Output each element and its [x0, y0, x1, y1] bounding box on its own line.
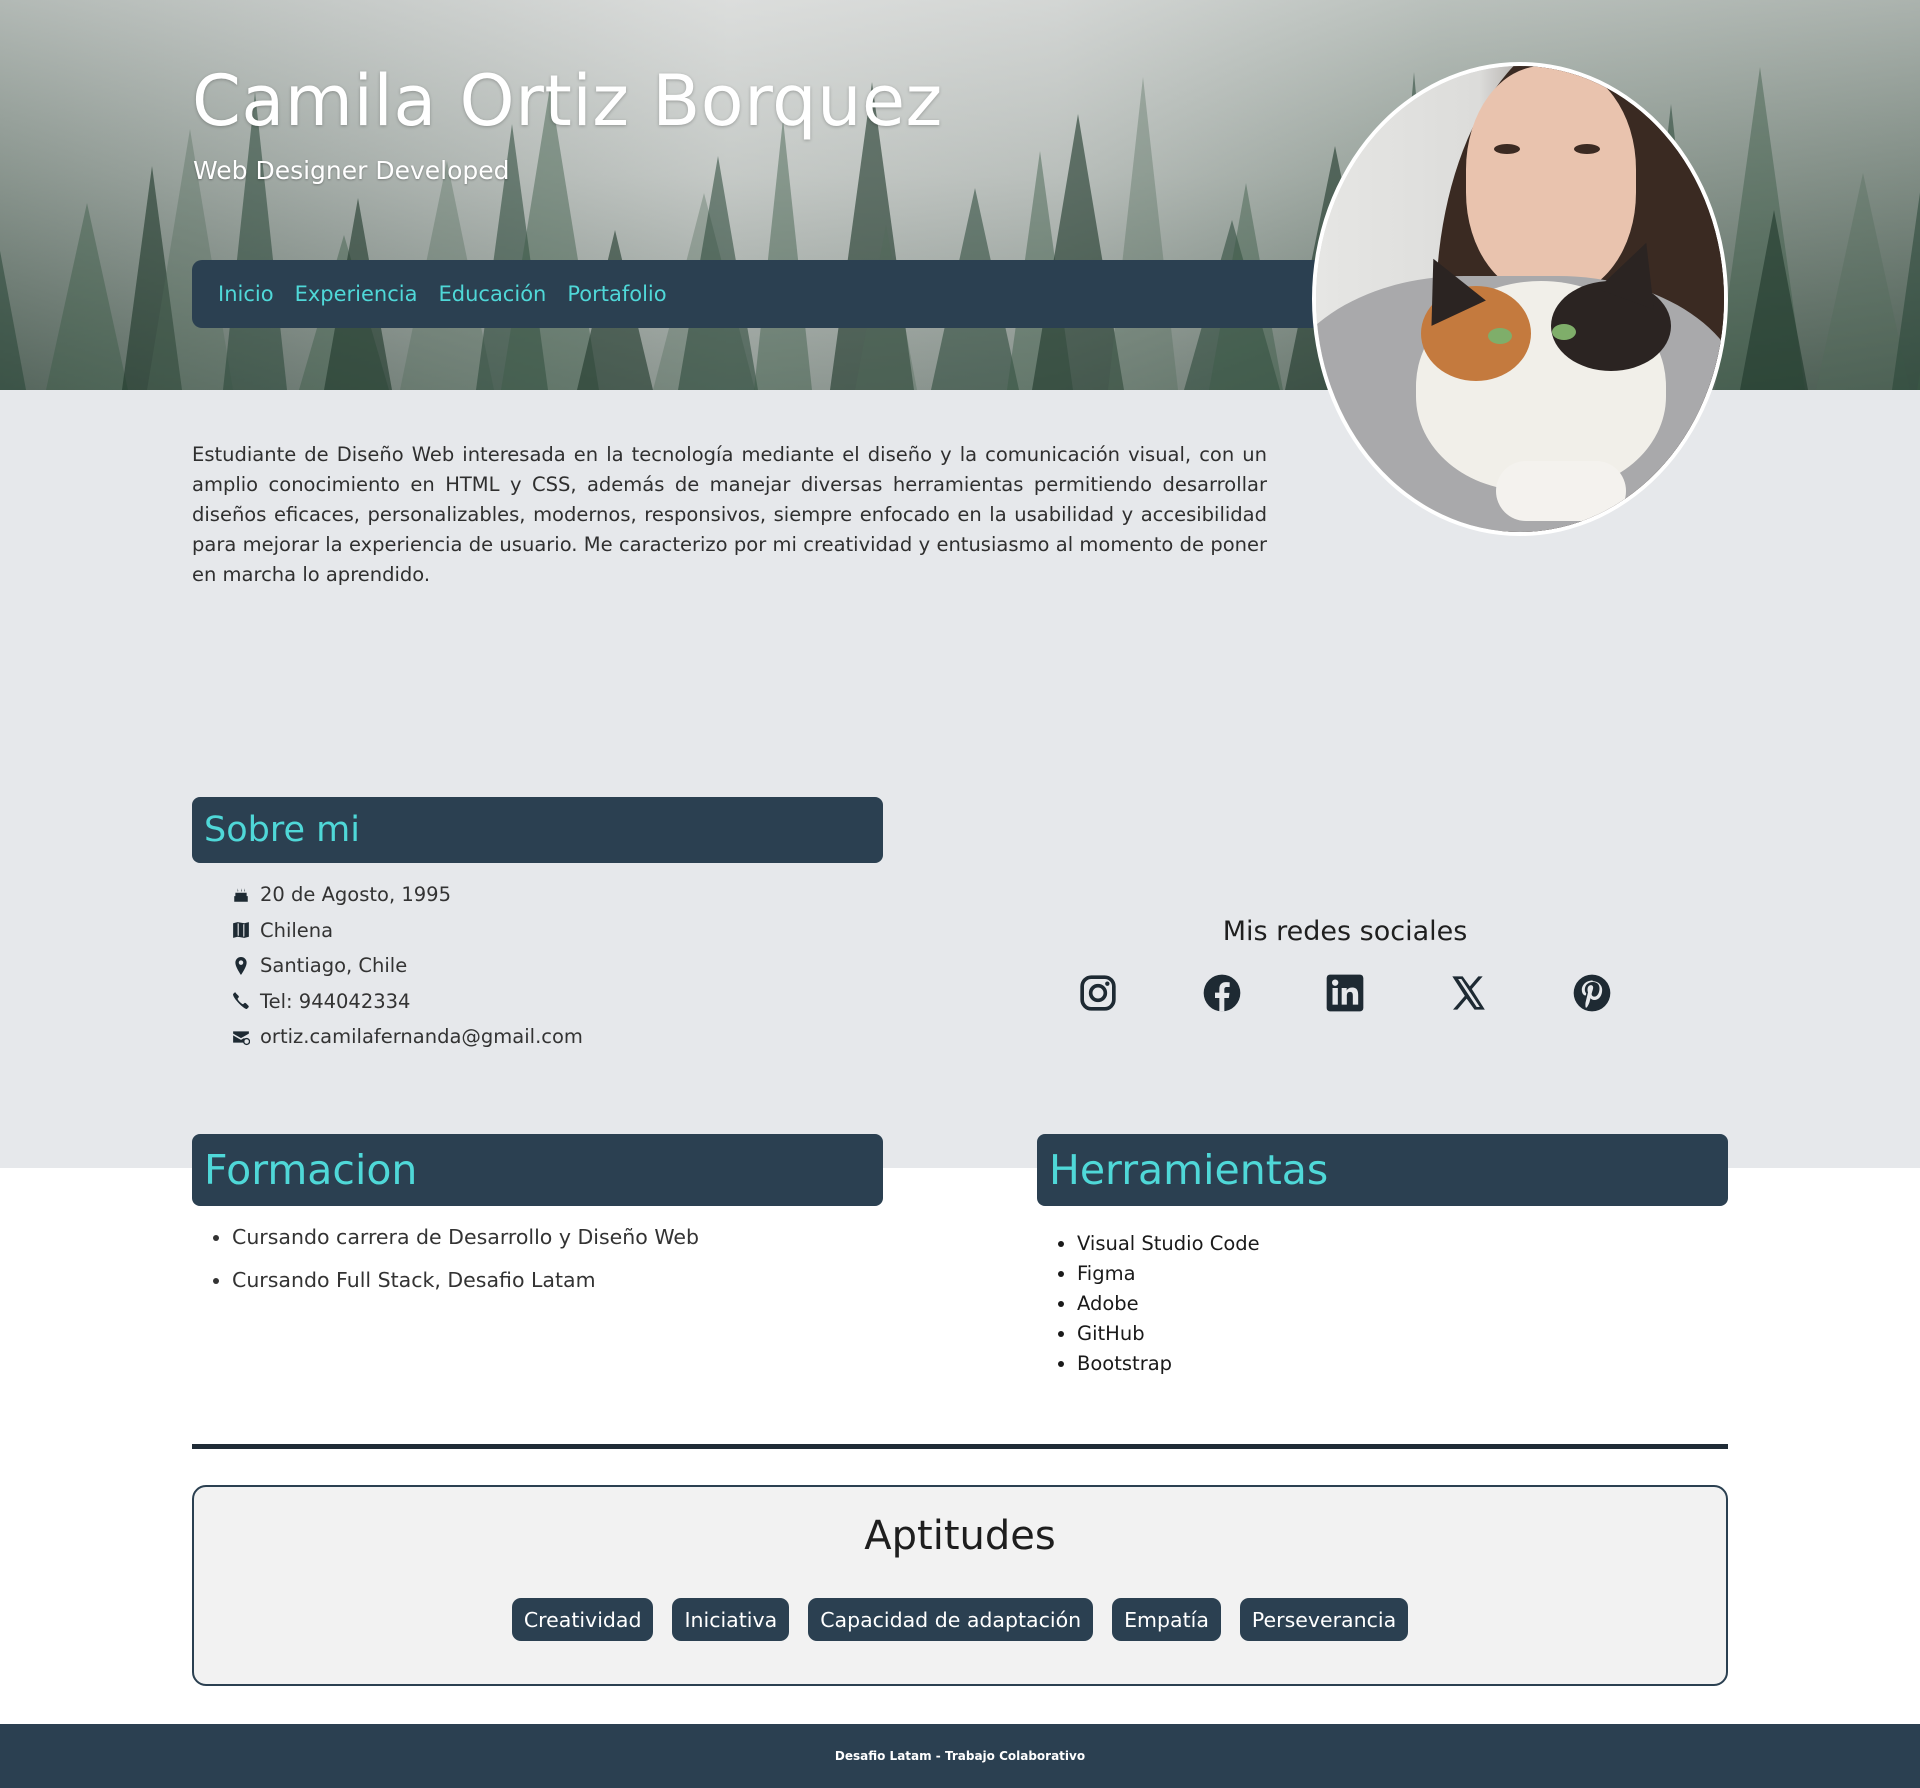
- intro-paragraph: Estudiante de Diseño Web interesada en l…: [192, 443, 1267, 586]
- pine-tree-shape: [46, 203, 128, 390]
- list-item: Cursando carrera de Desarrollo y Diseño …: [232, 1225, 699, 1268]
- about-item-email: ortiz.camilafernanda@gmail.com: [231, 1019, 583, 1055]
- about-item-phone: Tel: 944042334: [231, 984, 583, 1020]
- list-item: Adobe: [1077, 1292, 1260, 1322]
- pine-tree-shape: [1892, 136, 1920, 390]
- linkedin-icon[interactable]: [1322, 970, 1368, 1016]
- location-pin-icon: [231, 956, 251, 976]
- cake-icon: [231, 885, 251, 905]
- skill-badge: Creatividad: [511, 1598, 654, 1641]
- aptitudes-card: Aptitudes Creatividad Iniciativa Capacid…: [192, 1485, 1728, 1686]
- facebook-icon[interactable]: [1199, 970, 1245, 1016]
- skill-badge: Empatía: [1112, 1598, 1221, 1641]
- x-twitter-icon[interactable]: [1446, 970, 1492, 1016]
- aptitudes-chips: Creatividad Iniciativa Capacidad de adap…: [194, 1598, 1726, 1641]
- page-subtitle: Web Designer Developed: [193, 156, 510, 185]
- envelope-at-icon: [231, 1027, 251, 1047]
- about-list: 20 de Agosto, 1995 Chilena Santiago, Chi…: [231, 877, 583, 1055]
- list-item: Figma: [1077, 1262, 1260, 1292]
- section-heading-formacion: Formacion: [192, 1134, 883, 1206]
- skill-badge: Perseverancia: [1239, 1598, 1409, 1641]
- list-item: Bootstrap: [1077, 1352, 1260, 1382]
- pine-tree-shape: [1740, 210, 1808, 390]
- list-item: GitHub: [1077, 1322, 1260, 1352]
- section-divider: [192, 1444, 1728, 1449]
- about-item-location: Santiago, Chile: [231, 948, 583, 984]
- list-item: Visual Studio Code: [1077, 1232, 1260, 1262]
- section-heading-herramientas: Herramientas: [1037, 1134, 1728, 1206]
- footer-text: Desafio Latam - Trabajo Colaborativo: [834, 1749, 1086, 1763]
- skill-badge: Iniciativa: [672, 1598, 790, 1641]
- list-item: Cursando Full Stack, Desafio Latam: [232, 1268, 699, 1311]
- skill-badge: Capacidad de adaptación: [808, 1598, 1094, 1641]
- formacion-list: Cursando carrera de Desarrollo y Diseño …: [232, 1225, 699, 1311]
- page-footer: Desafio Latam - Trabajo Colaborativo: [0, 1724, 1920, 1788]
- about-item-birthday: 20 de Agosto, 1995: [231, 877, 583, 913]
- nav-link-experiencia[interactable]: Experiencia: [295, 282, 418, 306]
- instagram-icon[interactable]: [1075, 970, 1121, 1016]
- about-item-nationality: Chilena: [231, 913, 583, 949]
- herramientas-list: Visual Studio Code Figma Adobe GitHub Bo…: [1077, 1232, 1260, 1382]
- pine-tree-shape: [1108, 77, 1178, 390]
- aptitudes-title: Aptitudes: [864, 1513, 1056, 1559]
- map-icon: [231, 920, 251, 940]
- pine-tree-shape: [0, 240, 26, 390]
- main-navbar: Inicio Experiencia Educación Portafolio: [192, 260, 1342, 328]
- nav-link-educacion[interactable]: Educación: [438, 282, 546, 306]
- pine-tree-shape: [754, 119, 812, 390]
- page-title: Camila Ortiz Borquez: [192, 60, 943, 142]
- section-heading-sobre-mi: Sobre mi: [192, 797, 883, 863]
- pinterest-icon[interactable]: [1569, 970, 1615, 1016]
- profile-photo: [1312, 62, 1728, 536]
- nav-link-inicio[interactable]: Inicio: [218, 282, 274, 306]
- social-links: [1075, 970, 1615, 1016]
- phone-icon: [231, 991, 251, 1011]
- social-title: Mis redes sociales: [1222, 916, 1468, 947]
- nav-link-portafolio[interactable]: Portafolio: [567, 282, 666, 306]
